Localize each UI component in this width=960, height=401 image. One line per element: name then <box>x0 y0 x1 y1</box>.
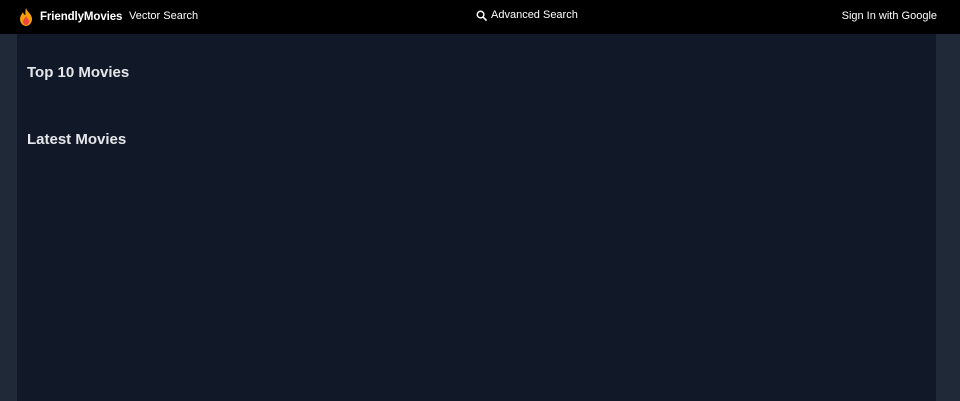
main-content: Top 10 Movies Latest Movies <box>17 34 936 401</box>
section-title-top-10: Top 10 Movies <box>27 64 130 81</box>
top-navigation-bar: FriendlyMovies Vector Search Advanced Se… <box>0 0 960 34</box>
advanced-search-button[interactable]: Advanced Search <box>476 9 578 21</box>
advanced-search-label: Advanced Search <box>491 9 578 21</box>
section-title-latest: Latest Movies <box>27 131 127 148</box>
sign-in-google-button[interactable]: Sign In with Google <box>842 10 937 22</box>
flame-icon <box>18 8 34 26</box>
brand-logo-link[interactable]: FriendlyMovies <box>18 7 122 27</box>
search-icon <box>476 10 487 21</box>
brand-name: FriendlyMovies <box>40 11 123 23</box>
vector-search-link[interactable]: Vector Search <box>129 10 198 22</box>
